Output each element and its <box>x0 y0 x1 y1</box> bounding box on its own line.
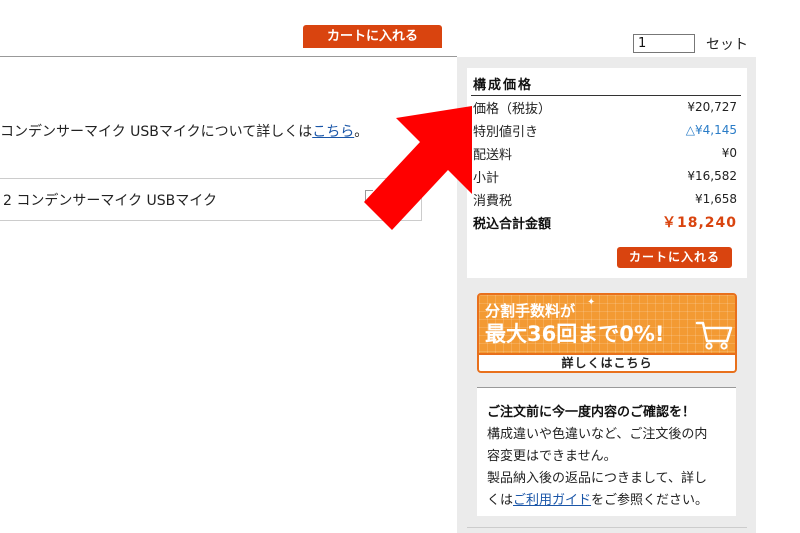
notice-top-rule <box>477 387 736 388</box>
notice-line-1: 構成違いや色違いなど、ご注文後の内 <box>487 427 708 442</box>
notice-title: ご注文前に今一度内容のご確認を！ <box>487 405 696 420</box>
notice-bottom-rule <box>467 527 747 528</box>
notice-line-3: 製品納入後の返品につきまして、詳し <box>487 471 707 486</box>
price-value-discount: △¥4,145 <box>685 123 737 137</box>
product-name: 2 コンデンサーマイク USBマイク <box>3 193 217 209</box>
notice-line-4-suffix: をご参照ください。 <box>591 493 709 508</box>
shopping-cart-icon <box>695 321 733 350</box>
total-value: ￥18,240 <box>661 215 737 231</box>
installment-banner[interactable]: 分割手数料が ✦ 最大36回まで0%! 詳しくはこちら <box>477 293 737 373</box>
price-panel-title-rule <box>471 95 741 96</box>
notice-line-4: くはご利用ガイドをご参照ください。 <box>487 489 708 508</box>
add-to-cart-button-sidebar[interactable]: カートに入れる <box>617 247 732 268</box>
price-label-discount: 特別値引き <box>473 125 539 140</box>
notice-line-2: 容変更はできません。 <box>487 449 617 464</box>
banner-details-button[interactable]: 詳しくはこちら <box>479 353 735 371</box>
top-divider <box>0 56 457 57</box>
quantity-unit-label: セット <box>706 37 748 53</box>
price-value-shipping: ¥0 <box>721 146 737 160</box>
user-guide-link[interactable]: ご利用ガイド <box>513 493 591 508</box>
red-arrow-icon <box>364 106 472 230</box>
banner-offer: 最大36回まで0%! <box>485 322 665 346</box>
details-link[interactable]: こちら <box>312 124 354 140</box>
add-to-cart-button-top[interactable]: カートに入れる <box>303 25 442 48</box>
price-label-base: 価格（税抜） <box>473 102 552 117</box>
notice-line-4-prefix: くは <box>487 493 514 508</box>
price-value-subtotal: ¥16,582 <box>687 169 737 183</box>
price-value-base: ¥20,727 <box>687 100 737 114</box>
quantity-input[interactable] <box>633 34 695 53</box>
description-text: コンデンサーマイク USBマイクについて詳しくは <box>0 124 313 140</box>
sparkle-icon: ✦ <box>587 297 596 308</box>
price-value-tax: ¥1,658 <box>695 192 737 206</box>
price-panel-title: 構成価格 <box>473 78 534 93</box>
product-description: コンデンサーマイク USBマイクについて詳しくはこちら。 <box>0 121 368 141</box>
total-label: 税込合計金額 <box>473 217 552 232</box>
